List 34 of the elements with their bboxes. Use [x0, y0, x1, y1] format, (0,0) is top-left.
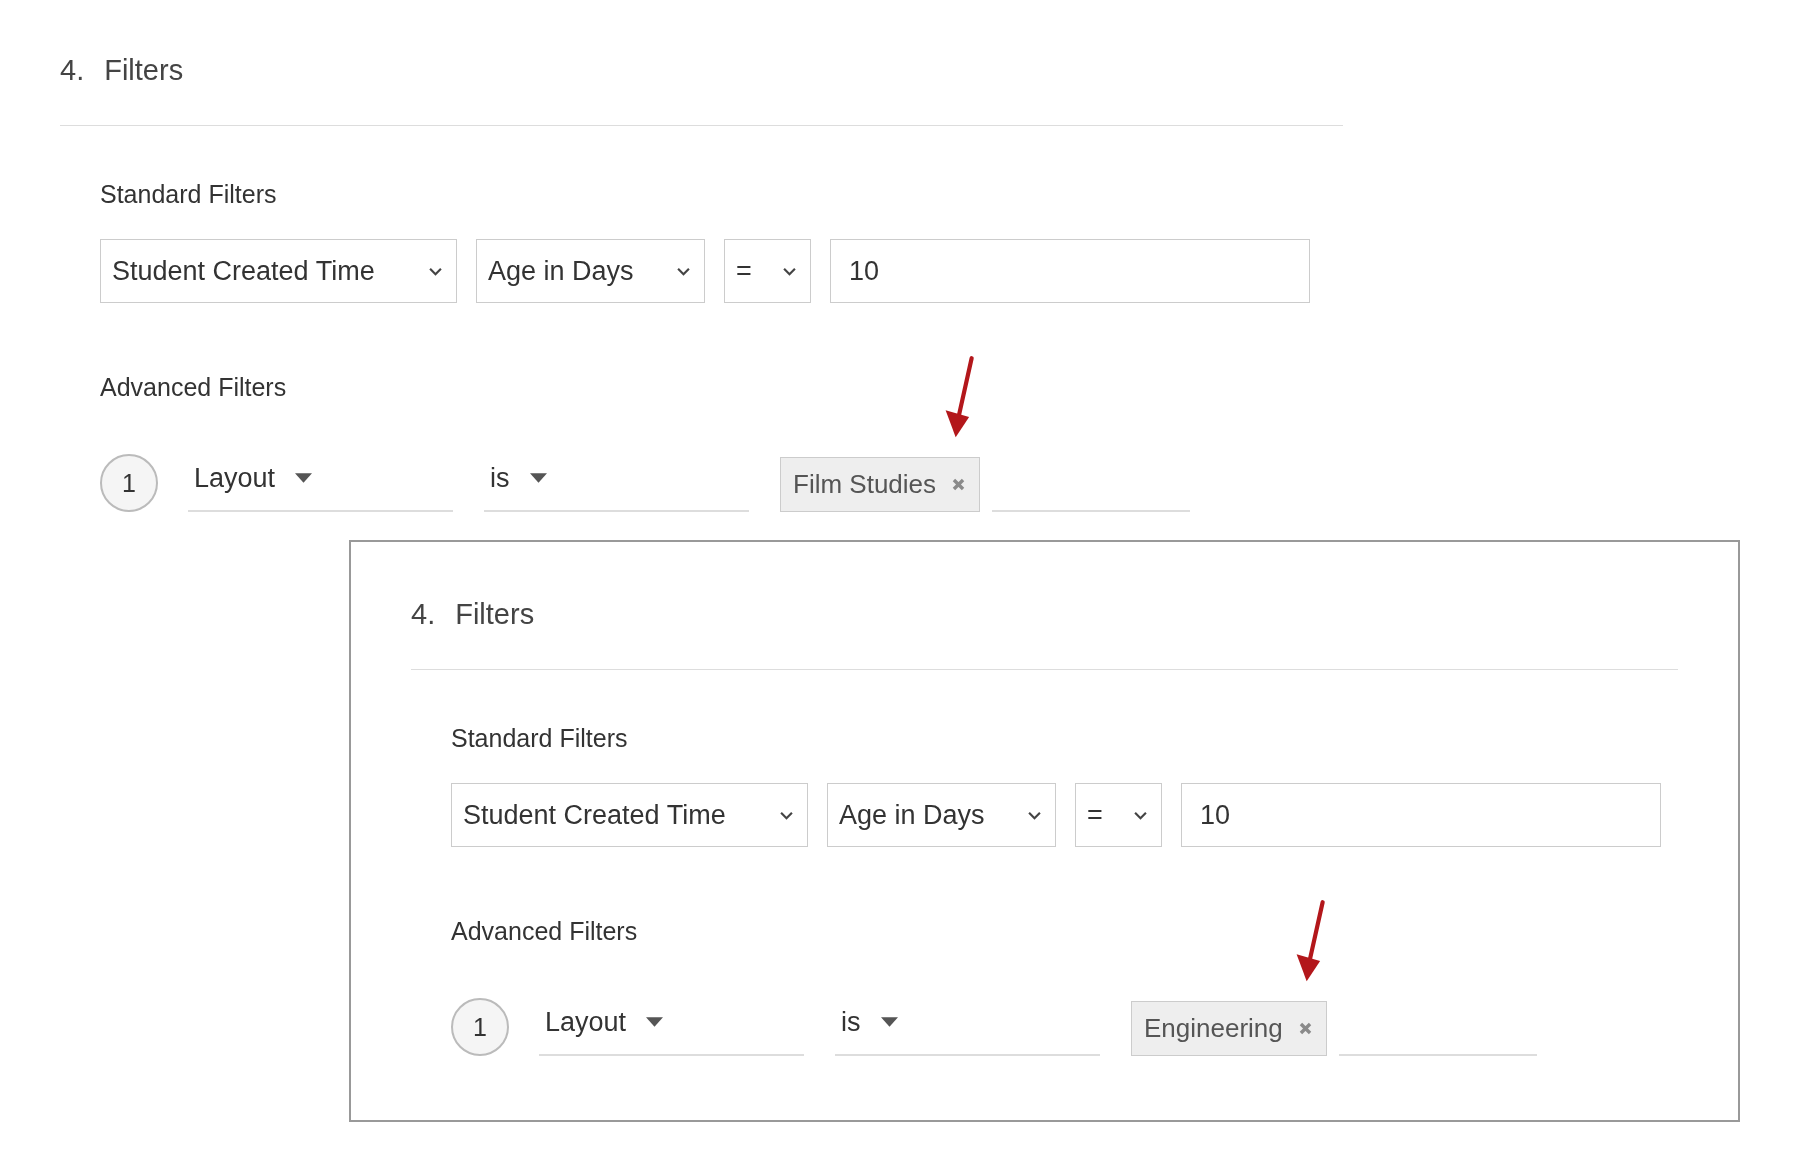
close-icon — [952, 478, 966, 491]
chevron-icon — [429, 266, 442, 276]
dropdown[interactable]: is — [484, 456, 749, 512]
close-icon — [1298, 1022, 1312, 1035]
chevron-icon — [1134, 810, 1147, 820]
dropdown[interactable]: = — [1075, 783, 1162, 847]
section-title: Filters — [455, 598, 535, 631]
row-number: 1 — [451, 998, 509, 1056]
chevron-icon — [780, 810, 793, 820]
dropdown[interactable]: Layout — [188, 456, 453, 512]
dropdown[interactable]: Student Created Time — [100, 239, 457, 303]
caret-icon — [529, 473, 547, 483]
section-title: Filters — [104, 54, 184, 87]
section-number: 4. — [60, 54, 85, 87]
section-label: Advanced Filters — [451, 917, 639, 946]
caret-icon — [295, 473, 313, 483]
input-field[interactable]: 10 — [830, 239, 1310, 303]
input-field[interactable]: 10 — [1181, 783, 1661, 847]
dropdown[interactable]: Student Created Time — [451, 783, 808, 847]
row-number: 1 — [100, 454, 158, 512]
dropdown[interactable]: Layout — [539, 1000, 804, 1056]
dropdown[interactable]: Age in Days — [827, 783, 1056, 847]
dropdown[interactable]: Age in Days — [476, 239, 705, 303]
section-label: Standard Filters — [451, 724, 629, 753]
dropdown[interactable]: is — [835, 1000, 1100, 1056]
chevron-icon — [1028, 810, 1041, 820]
section-label: Standard Filters — [100, 180, 278, 209]
caret-icon — [880, 1017, 898, 1027]
chevron-icon — [783, 266, 796, 276]
section-number: 4. — [411, 598, 436, 631]
dropdown[interactable]: = — [724, 239, 811, 303]
section-label: Advanced Filters — [100, 373, 288, 402]
caret-icon — [646, 1017, 664, 1027]
chevron-icon — [677, 266, 690, 276]
